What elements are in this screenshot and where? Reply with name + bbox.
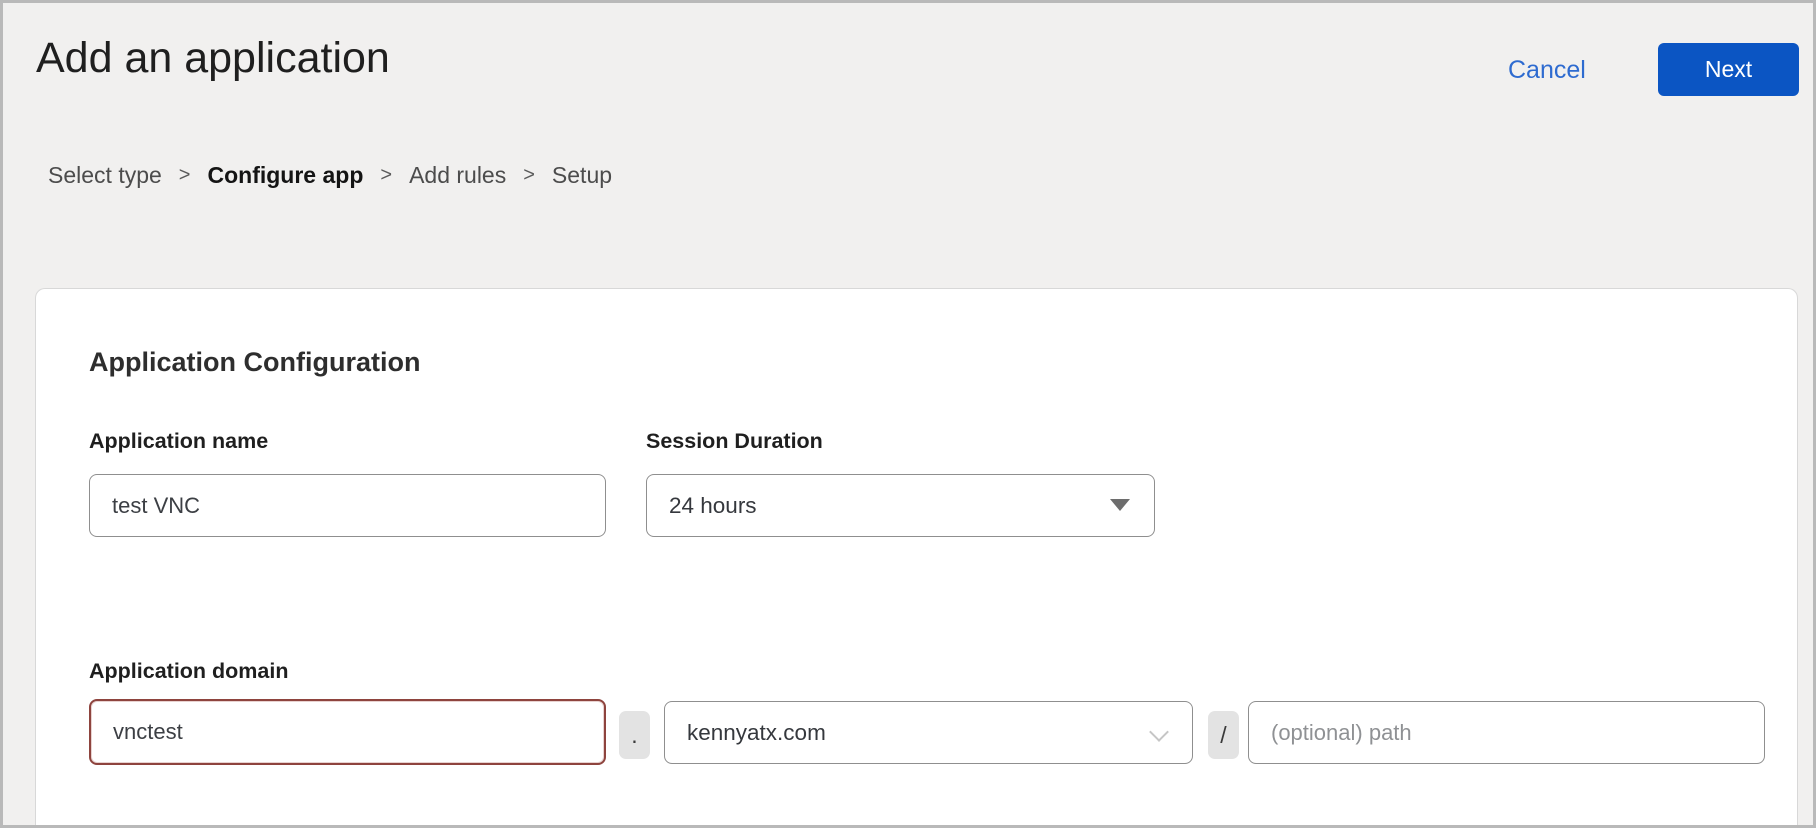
cancel-button[interactable]: Cancel — [1508, 56, 1586, 85]
session-duration-label: Session Duration — [646, 429, 823, 454]
application-name-label: Application name — [89, 429, 268, 454]
step-select-type[interactable]: Select type — [48, 162, 162, 189]
step-add-rules[interactable]: Add rules — [409, 162, 506, 189]
slash-separator: / — [1208, 711, 1239, 759]
subdomain-input[interactable] — [89, 699, 606, 765]
chevron-down-icon — [1149, 722, 1169, 742]
section-title: Application Configuration — [89, 347, 420, 378]
domain-select[interactable]: kennyatx.com — [664, 701, 1193, 764]
session-duration-select[interactable]: 24 hours — [646, 474, 1155, 537]
application-domain-label: Application domain — [89, 659, 288, 684]
domain-select-value: kennyatx.com — [687, 720, 826, 746]
breadcrumb-separator: > — [380, 164, 392, 187]
page-title: Add an application — [36, 34, 390, 83]
application-name-input[interactable] — [89, 474, 606, 537]
breadcrumb: Select type > Configure app > Add rules … — [48, 162, 612, 189]
dot-separator: . — [619, 711, 650, 759]
step-setup[interactable]: Setup — [552, 162, 612, 189]
breadcrumb-separator: > — [179, 164, 191, 187]
caret-down-icon — [1110, 499, 1130, 511]
breadcrumb-separator: > — [523, 164, 535, 187]
configuration-card: Application Configuration Application na… — [35, 288, 1798, 825]
page: Add an application Cancel Next Select ty… — [0, 0, 1816, 828]
next-button[interactable]: Next — [1658, 43, 1799, 96]
path-input[interactable] — [1248, 701, 1765, 764]
step-configure-app[interactable]: Configure app — [207, 162, 363, 189]
session-duration-value: 24 hours — [669, 493, 757, 519]
